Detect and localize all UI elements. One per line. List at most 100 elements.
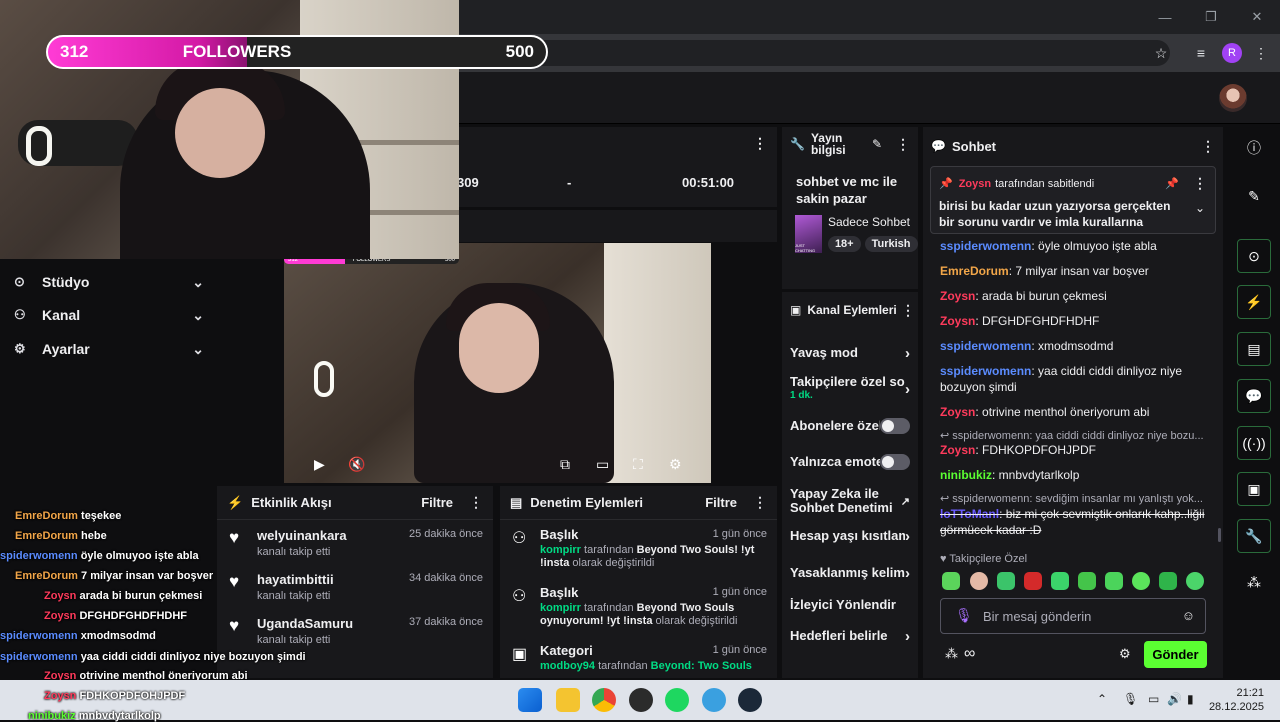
action-raid[interactable]: İzleyici Yönlendir [782, 590, 918, 620]
action-ai-moderation[interactable]: Yapay Zeka ile Sohbet Denetimi ↗ [782, 484, 918, 518]
reply-context[interactable]: ↩ sspiderwomenn: sevdiğim insanlar mı ya… [940, 492, 1205, 505]
play-icon[interactable]: ▶ [314, 456, 325, 473]
microphone-icon[interactable]: 🎙 [1123, 692, 1138, 706]
moderation-filter-button[interactable]: Filtre [705, 495, 737, 510]
chevron-up-icon[interactable]: ⌃ [1097, 692, 1107, 706]
emote-icon[interactable] [1051, 572, 1069, 590]
chat-input[interactable]: 🎙 Bir mesaj gönderin ☺ [940, 598, 1206, 634]
chat-username[interactable]: loTToManl [940, 507, 999, 521]
channel-actions-menu-icon[interactable]: ⋮ [901, 302, 915, 319]
sidebar-item-studio[interactable]: ⊙ Stüdyo ⌄ [14, 268, 204, 296]
mute-icon[interactable]: 🔇 [348, 456, 365, 473]
windows-start-icon[interactable] [518, 688, 542, 712]
emote-icon[interactable] [1078, 572, 1096, 590]
sidebar-item-settings[interactable]: ⚙ Ayarlar ⌄ [14, 335, 204, 363]
action-subscribers-only[interactable]: Abonelere özel [782, 411, 918, 441]
address-bar[interactable] [470, 40, 1170, 66]
mod-action-user[interactable]: modboy94 [540, 660, 595, 672]
emote-picker-icon[interactable]: ☺ [1182, 608, 1195, 623]
pinned-message[interactable]: 📌 Zoysn tarafından sabitlendi 📌 ⋮ birisi… [930, 166, 1216, 234]
minimize-button[interactable]: — [1142, 0, 1188, 34]
action-account-age[interactable]: Hesap yaşı kısıtlaması› [782, 521, 918, 551]
moderation-menu-icon[interactable]: ⋮ [753, 494, 767, 511]
theatre-mode-icon[interactable]: ▭ [596, 456, 609, 473]
chat-username[interactable]: sspiderwomenn [940, 339, 1031, 353]
action-emote-only[interactable]: Yalnızca emote [782, 447, 918, 477]
unpin-icon[interactable]: 📌 [1165, 177, 1179, 190]
chat-username[interactable]: Zoysn [940, 289, 975, 303]
chat-username[interactable]: Zoysn [940, 405, 975, 419]
file-explorer-icon[interactable] [556, 688, 580, 712]
reply-context[interactable]: ↩ sspiderwomenn: yaa ciddi ciddi dinliyo… [940, 429, 1205, 442]
volume-icon[interactable]: 🔊 [1167, 692, 1182, 706]
activity-filter-button[interactable]: Filtre [421, 495, 453, 510]
subscribers-only-toggle[interactable] [880, 418, 910, 434]
media-controls-icon[interactable]: ≡ [1190, 42, 1212, 64]
browser-menu-icon[interactable]: ⋮ [1250, 42, 1272, 64]
chat-scrollbar[interactable] [1218, 528, 1221, 542]
picture-in-picture-icon[interactable]: ⧉ [560, 456, 570, 473]
bits-icon[interactable]: ⁂ [945, 646, 958, 662]
sidebar-item-channel[interactable]: ⚇ Kanal ⌄ [14, 301, 204, 329]
bookmark-star-icon[interactable]: ☆ [1150, 42, 1172, 64]
mod-action-user[interactable]: kompirr [540, 602, 581, 614]
pinned-menu-icon[interactable]: ⋮ [1193, 175, 1207, 192]
video-settings-icon[interactable]: ⚙ [669, 456, 682, 473]
emote-icon[interactable] [1132, 572, 1150, 590]
lightning-icon[interactable]: ⚡ [1237, 285, 1271, 319]
chat-username[interactable]: ninibukiz [940, 468, 992, 482]
emote-icon[interactable] [1024, 572, 1042, 590]
emote-icon[interactable] [1186, 572, 1204, 590]
clip-icon[interactable]: ⊙ [1237, 239, 1271, 273]
category-box-art[interactable]: JUST CHATTING [795, 215, 822, 253]
emote-icon[interactable] [1105, 572, 1123, 590]
chrome-icon[interactable] [592, 688, 616, 712]
action-goals[interactable]: Hedefleri belirle › [782, 621, 918, 651]
emote-icon[interactable] [970, 572, 988, 590]
network-icon[interactable]: ▭ [1148, 692, 1159, 706]
spotify-icon[interactable] [665, 688, 689, 712]
chat-username[interactable]: EmreDorum [940, 264, 1009, 278]
chat-username[interactable]: sspiderwomenn [940, 364, 1031, 378]
stream-category[interactable]: Sadece Sohbet [828, 215, 918, 229]
edit-icon[interactable]: ✎ [872, 137, 882, 151]
mod-action-user[interactable]: kompirr [540, 544, 581, 556]
steam-icon[interactable] [738, 688, 762, 712]
microphone-icon[interactable]: 🎙 [955, 607, 973, 624]
info-icon[interactable]: ⓘ [1237, 131, 1271, 165]
battery-icon[interactable]: ▮ [1187, 692, 1194, 706]
close-button[interactable]: ✕ [1234, 0, 1280, 34]
stats-menu-icon[interactable]: ⋮ [753, 135, 767, 152]
stream-info-menu-icon[interactable]: ⋮ [896, 136, 910, 153]
send-button[interactable]: Gönder [1144, 641, 1207, 668]
pencil-icon[interactable]: ✎ [1237, 179, 1271, 213]
chevron-down-icon[interactable]: ⌄ [1195, 201, 1205, 215]
broadcast-icon[interactable]: ((·)) [1237, 426, 1271, 460]
chat-username[interactable]: Zoysn [940, 443, 975, 457]
emote-icon[interactable] [997, 572, 1015, 590]
emote-only-toggle[interactable] [880, 454, 910, 470]
notes-icon[interactable]: ▤ [1237, 332, 1271, 366]
stream-video-player[interactable]: 312 FOLLOWERS 500 ▶ 🔇 ⧉ ▭ ⛶ ⚙ [284, 243, 711, 483]
taskbar-clock[interactable]: 21:21 28.12.2025 [1208, 686, 1264, 714]
wrench-icon[interactable]: 🔧 [1237, 519, 1271, 553]
chat-bubble-icon[interactable]: 💬 [1237, 379, 1271, 413]
app-icon[interactable] [702, 688, 726, 712]
maximize-button[interactable]: ❐ [1188, 0, 1234, 34]
infinity-icon[interactable]: ∞ [964, 645, 975, 663]
add-widget-icon[interactable]: ⁂ [1237, 565, 1271, 599]
fullscreen-icon[interactable]: ⛶ [633, 456, 643, 473]
browser-profile-button[interactable]: R [1222, 43, 1242, 63]
emote-icon[interactable] [942, 572, 960, 590]
avatar[interactable] [1219, 84, 1247, 112]
chat-username[interactable]: Zoysn [940, 314, 975, 328]
action-blocked-terms[interactable]: Yasaklanmış kelimeler› [782, 558, 918, 588]
chat-menu-icon[interactable]: ⋮ [1201, 138, 1215, 155]
action-followers-only[interactable]: Takipçilere özel sohbet1 dk. › [782, 372, 918, 406]
chat-settings-icon[interactable]: ⚙ [1119, 646, 1131, 662]
activity-menu-icon[interactable]: ⋮ [469, 494, 483, 511]
emote-icon[interactable] [1159, 572, 1177, 590]
obs-icon[interactable] [629, 688, 653, 712]
action-slow-mode[interactable]: Yavaş mod › [782, 338, 918, 368]
chat-username[interactable]: sspiderwomenn [940, 239, 1031, 253]
